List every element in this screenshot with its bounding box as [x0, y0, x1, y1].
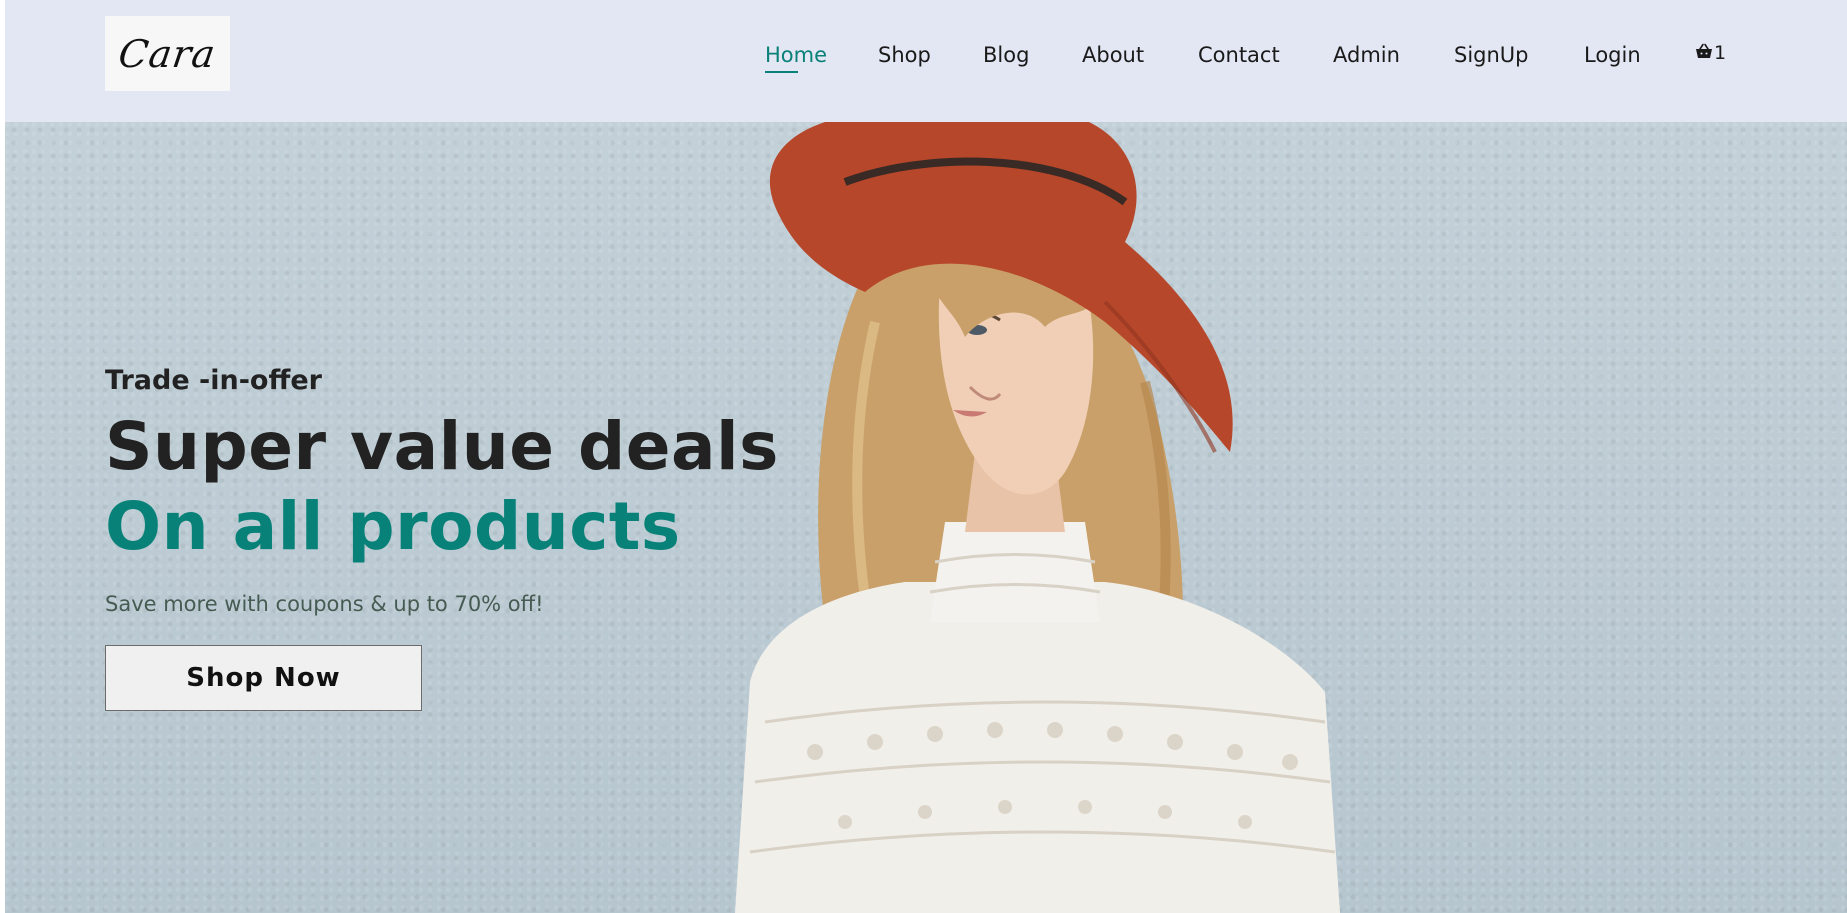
nav-admin[interactable]: Admin [1333, 40, 1400, 70]
active-nav-underline [765, 71, 798, 73]
nav-signup[interactable]: SignUp [1454, 40, 1529, 70]
nav-contact[interactable]: Contact [1198, 40, 1280, 70]
hero-banner: Trade -in-offer Super value deals On all… [5, 112, 1847, 913]
cart-count: 1 [1714, 42, 1727, 64]
cart-button[interactable]: 1 [1695, 42, 1726, 64]
nav-about[interactable]: About [1082, 40, 1144, 70]
shop-now-button[interactable]: Shop Now [105, 645, 422, 711]
hero-subheadline: On all products [105, 488, 681, 565]
hero-headline: Super value deals [105, 408, 779, 485]
hero-eyebrow: Trade -in-offer [105, 365, 322, 396]
site-header: Cara Home Shop Blog About Contact Admin … [5, 0, 1847, 122]
nav-blog[interactable]: Blog [983, 40, 1029, 70]
hero-tagline: Save more with coupons & up to 70% off! [105, 592, 544, 616]
hero-model-image [725, 112, 1345, 913]
nav-shop[interactable]: Shop [878, 40, 931, 70]
nav-home[interactable]: Home [765, 40, 827, 70]
nav-login[interactable]: Login [1584, 40, 1641, 70]
basket-icon [1695, 42, 1713, 64]
main-navigation: Home Shop Blog About Contact Admin SignU… [5, 40, 1847, 74]
page: Cara Home Shop Blog About Contact Admin … [5, 0, 1847, 913]
